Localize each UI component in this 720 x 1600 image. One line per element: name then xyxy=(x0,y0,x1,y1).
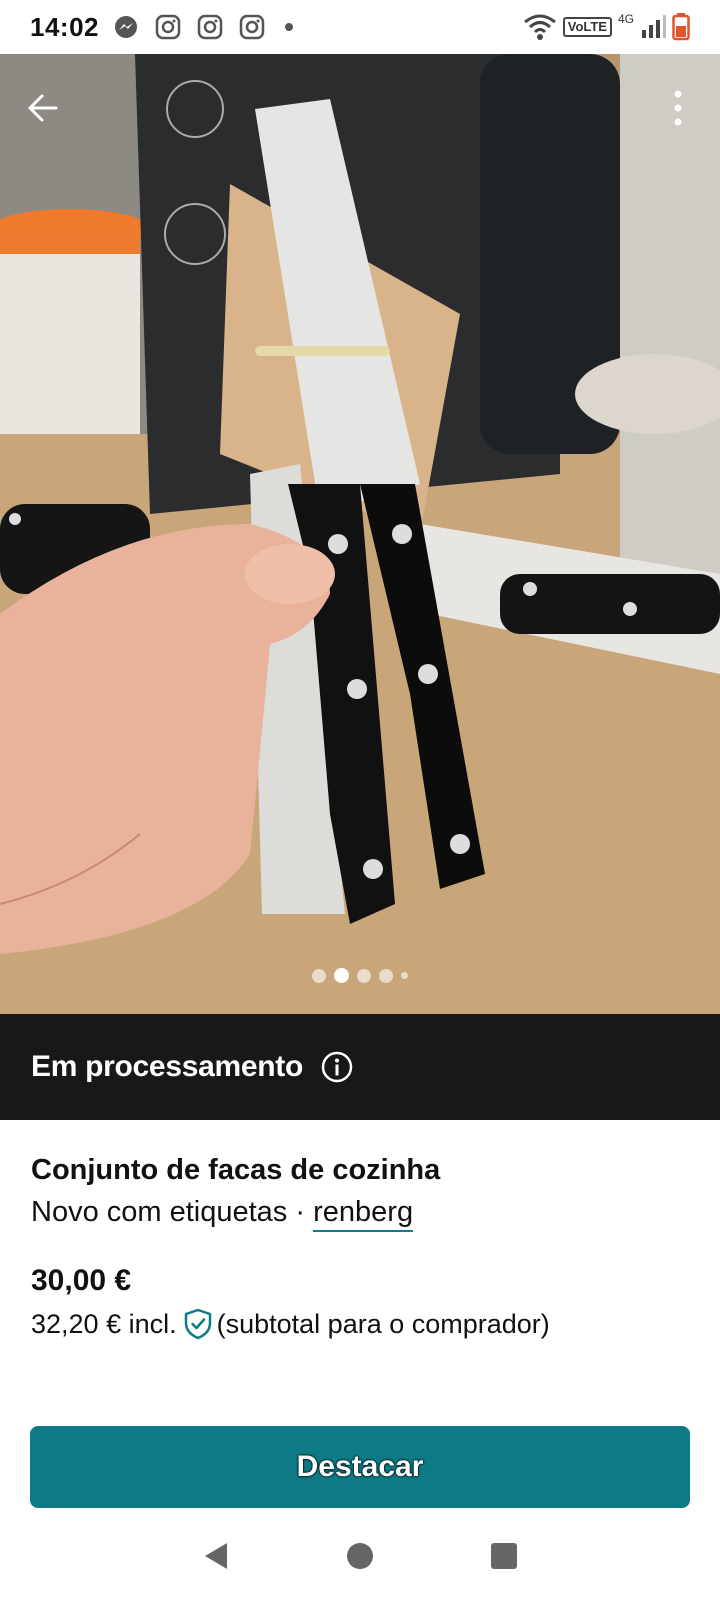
wifi-icon xyxy=(523,14,556,40)
price-incl-value: 32,20 € xyxy=(31,1308,122,1339)
promote-button[interactable]: Destacar xyxy=(30,1426,690,1508)
status-right-icons: VoLTE 4G xyxy=(523,12,690,41)
item-title: Conjunto de facas de cozinha xyxy=(31,1154,441,1186)
seller-link[interactable]: renberg xyxy=(313,1196,414,1232)
more-options-icon[interactable] xyxy=(666,86,690,130)
pagination-dot[interactable] xyxy=(312,968,326,983)
instagram-icon xyxy=(197,14,223,40)
notification-dot-icon xyxy=(285,23,293,31)
processing-banner: Em processamento xyxy=(0,1014,720,1120)
info-icon[interactable] xyxy=(321,1051,353,1083)
gallery-pagination xyxy=(0,968,720,983)
nav-recents-icon[interactable] xyxy=(487,1539,521,1573)
nav-back-icon[interactable] xyxy=(199,1539,233,1573)
item-condition: Novo com etiquetas xyxy=(31,1196,288,1228)
item-subtitle: Novo com etiquetas · renberg xyxy=(31,1194,691,1232)
pagination-dot[interactable] xyxy=(357,968,371,983)
back-arrow-icon[interactable] xyxy=(22,86,66,130)
signal-icon xyxy=(642,15,666,38)
separator: · xyxy=(295,1196,306,1228)
subtotal-note: (subtotal para o comprador) xyxy=(216,1308,550,1339)
volte-icon: VoLTE xyxy=(562,17,612,37)
item-price: 30,00 € xyxy=(31,1264,132,1297)
network-type: 4G xyxy=(617,12,634,26)
instagram-icon xyxy=(239,14,265,40)
status-time: 14:02 xyxy=(30,11,99,42)
instagram-icon xyxy=(155,14,181,40)
shield-check-icon[interactable] xyxy=(183,1308,213,1340)
item-details: Conjunto de facas de cozinha Novo com et… xyxy=(31,1152,691,1232)
pagination-dot-active[interactable] xyxy=(334,968,349,983)
status-bar: 14:02 VoLTE 4G xyxy=(0,0,720,54)
pagination-dot[interactable] xyxy=(379,968,393,983)
product-photo[interactable] xyxy=(0,54,720,1014)
price-with-protection: 32,20 € incl. (subtotal para o comprador… xyxy=(31,1308,550,1340)
product-image xyxy=(0,54,720,1014)
processing-status-text: Em processamento xyxy=(31,1050,303,1083)
nav-home-icon[interactable] xyxy=(343,1539,377,1573)
incl-label: incl. xyxy=(128,1308,177,1339)
messenger-icon xyxy=(115,16,137,38)
system-navigation-bar xyxy=(0,1512,720,1600)
battery-icon xyxy=(672,13,690,41)
pagination-dot[interactable] xyxy=(401,972,408,979)
